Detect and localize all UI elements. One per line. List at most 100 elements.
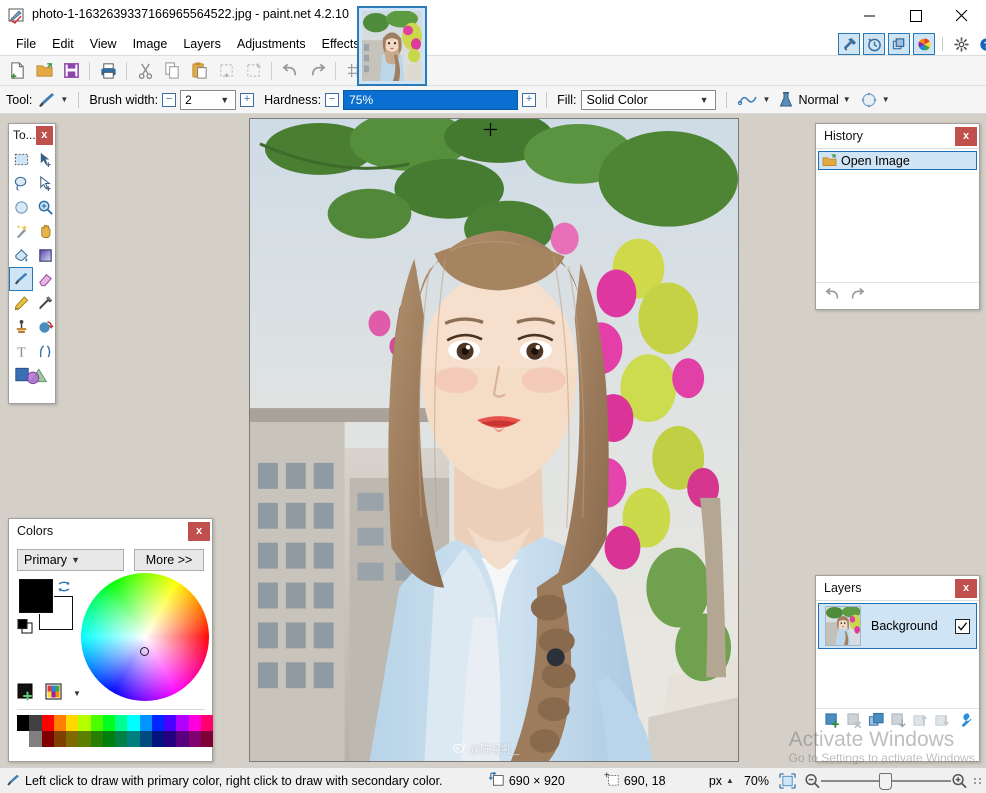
units-caret-icon[interactable]: ▲ [726, 776, 734, 785]
tools-toggle-button[interactable] [838, 33, 860, 55]
image-tab-thumbnail[interactable] [357, 6, 427, 86]
history-toggle-button[interactable] [863, 33, 885, 55]
palette-swatch[interactable] [140, 731, 152, 747]
duplicate-layer-button[interactable] [868, 712, 885, 732]
ellipse-select-tool[interactable] [9, 195, 33, 219]
close-tools-panel-button[interactable]: x [36, 126, 53, 145]
open-file-button[interactable] [31, 58, 57, 84]
palette-swatch[interactable] [103, 715, 115, 731]
palette-swatch[interactable] [91, 731, 103, 747]
deselect-all-button[interactable] [240, 58, 266, 84]
history-item-open-image[interactable]: Open Image [818, 151, 977, 170]
swap-colors-icon[interactable] [57, 580, 71, 596]
undo-button[interactable] [277, 58, 303, 84]
palette-swatch[interactable] [140, 715, 152, 731]
cut-button[interactable] [132, 58, 158, 84]
palette-swatch[interactable] [176, 715, 188, 731]
rectangle-select-tool[interactable] [9, 147, 33, 171]
palette-swatch[interactable] [152, 731, 164, 747]
tool-dropdown-caret[interactable]: ▼ [60, 95, 68, 104]
palette-swatch[interactable] [78, 731, 90, 747]
add-layer-button[interactable] [824, 712, 841, 732]
palette-swatch[interactable] [17, 731, 29, 747]
merge-layer-down-button[interactable] [890, 712, 907, 732]
new-file-button[interactable] [4, 58, 30, 84]
color-picker-tool[interactable] [33, 291, 57, 315]
zoom-out-icon[interactable] [804, 773, 821, 789]
image-canvas[interactable]: @陈意礼_ [249, 118, 739, 762]
clone-stamp-tool[interactable] [9, 315, 33, 339]
color-mode-select[interactable]: Primary ▼ [17, 549, 124, 571]
color-wheel-cursor[interactable] [140, 647, 149, 656]
palette-swatch[interactable] [29, 731, 41, 747]
close-colors-panel-button[interactable]: x [188, 522, 210, 541]
zoom-slider[interactable] [821, 773, 951, 789]
palette-swatch[interactable] [42, 715, 54, 731]
colors-panel-header[interactable]: Colors x [9, 519, 212, 543]
copy-button[interactable] [159, 58, 185, 84]
palette-dropdown-caret[interactable]: ▼ [73, 689, 81, 698]
zoom-in-icon[interactable] [951, 773, 968, 789]
palette-icon[interactable] [45, 683, 65, 704]
maximize-button[interactable] [893, 0, 939, 32]
layers-toggle-button[interactable] [888, 33, 910, 55]
fit-to-window-icon[interactable] [779, 773, 796, 789]
selection-mode-icon[interactable] [860, 91, 878, 109]
blend-dropdown-caret[interactable]: ▼ [843, 95, 851, 104]
units-group[interactable]: px ▲ [709, 774, 734, 788]
fill-style-select[interactable]: Solid Color ▼ [581, 90, 716, 110]
text-tool[interactable]: T [9, 339, 33, 363]
paste-button[interactable] [186, 58, 212, 84]
line-curve-tool[interactable] [33, 339, 57, 363]
palette-swatch[interactable] [201, 715, 213, 731]
eraser-tool[interactable] [33, 267, 57, 291]
primary-color-swatch[interactable] [19, 579, 53, 613]
history-redo-button[interactable] [848, 286, 866, 305]
crop-to-selection-button[interactable] [213, 58, 239, 84]
save-file-button[interactable] [58, 58, 84, 84]
palette-swatch[interactable] [54, 731, 66, 747]
palette-swatch[interactable] [17, 715, 29, 731]
zoom-slider-thumb[interactable] [879, 773, 892, 790]
delete-layer-button[interactable] [846, 712, 863, 732]
selection-mode-caret[interactable]: ▼ [882, 95, 890, 104]
reset-colors-icon[interactable] [17, 619, 35, 635]
palette-swatch[interactable] [164, 731, 176, 747]
chevron-down-icon[interactable]: ▼ [696, 95, 713, 105]
menu-file[interactable]: File [8, 34, 44, 54]
palette-swatch[interactable] [176, 731, 188, 747]
palette-swatch[interactable] [66, 715, 78, 731]
paint-bucket-tool[interactable] [9, 243, 33, 267]
palette-swatch[interactable] [127, 731, 139, 747]
layer-row-background[interactable]: Background [818, 603, 977, 649]
brush-width-increase-button[interactable]: + [240, 93, 254, 107]
move-selected-tool[interactable] [33, 147, 57, 171]
palette-swatch[interactable] [91, 715, 103, 731]
chevron-down-icon[interactable]: ▼ [216, 95, 233, 105]
palette-swatch[interactable] [54, 715, 66, 731]
help-button[interactable]: ? [975, 33, 986, 55]
palette-swatch[interactable] [66, 731, 78, 747]
gradient-tool[interactable] [33, 243, 57, 267]
antialias-dropdown-caret[interactable]: ▼ [763, 95, 771, 104]
menu-adjustments[interactable]: Adjustments [229, 34, 314, 54]
history-undo-button[interactable] [824, 286, 842, 305]
add-to-palette-icon[interactable] [17, 683, 37, 704]
layer-properties-button[interactable] [956, 712, 973, 732]
colors-toggle-button[interactable] [913, 33, 935, 55]
pan-tool[interactable] [33, 219, 57, 243]
close-history-panel-button[interactable]: x [955, 127, 977, 146]
brush-width-input[interactable]: 2 ▼ [180, 90, 236, 110]
redo-button[interactable] [304, 58, 330, 84]
palette-swatch[interactable] [152, 715, 164, 731]
more-colors-button[interactable]: More >> [134, 549, 204, 571]
color-wheel[interactable] [81, 573, 209, 701]
menu-image[interactable]: Image [125, 34, 176, 54]
move-layer-down-button[interactable] [934, 712, 951, 732]
pencil-tool[interactable] [9, 291, 33, 315]
zoom-tool[interactable] [33, 195, 57, 219]
shapes-tool[interactable] [9, 363, 57, 387]
minimize-button[interactable] [847, 0, 893, 32]
resize-grip[interactable] [974, 778, 982, 784]
palette-swatch[interactable] [115, 715, 127, 731]
